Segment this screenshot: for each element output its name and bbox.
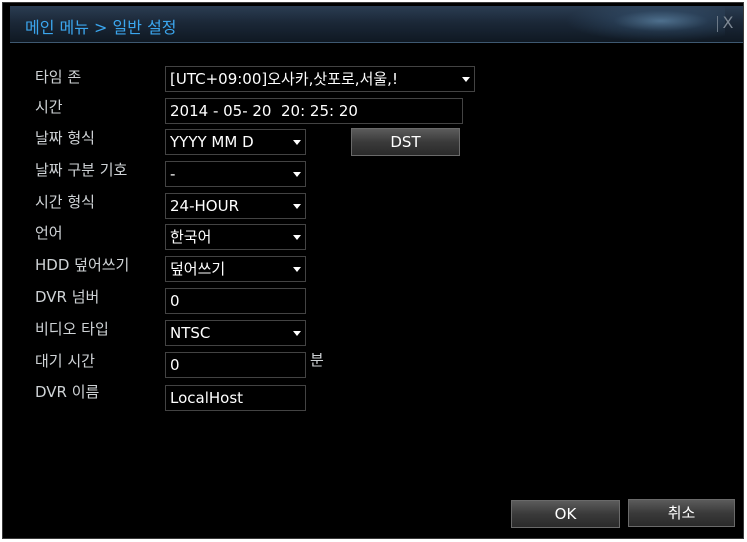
dvr-number-label: DVR 넘버 xyxy=(35,288,100,306)
dvr-name-label: DVR 이름 xyxy=(35,383,100,401)
time-input[interactable]: 2014 - 05- 20 20: 25: 20 xyxy=(165,98,463,124)
chevron-down-icon xyxy=(293,235,301,240)
chevron-down-icon xyxy=(293,267,301,272)
close-separator xyxy=(717,16,718,32)
hdd-overwrite-select[interactable]: 덮어쓰기 xyxy=(165,256,306,282)
video-type-value: NTSC xyxy=(170,324,211,342)
timezone-value: [UTC+09:00]오사카,삿포로,서울,! xyxy=(170,70,398,88)
language-select[interactable]: 한국어 xyxy=(165,224,306,250)
general-settings-dialog: 메인 메뉴 > 일반 설정 X 타임 존 [UTC+09:00]오사카,삿포로,… xyxy=(2,2,744,539)
date-format-label: 날짜 형식 xyxy=(35,129,95,147)
chevron-down-icon xyxy=(293,140,301,145)
time-format-select[interactable]: 24-HOUR xyxy=(165,193,306,219)
date-separator-select[interactable]: - xyxy=(165,161,306,187)
close-icon[interactable]: X xyxy=(719,14,737,32)
chevron-down-icon xyxy=(293,204,301,209)
video-type-label: 비디오 타입 xyxy=(35,320,109,338)
title-bar-glow xyxy=(565,6,725,42)
timezone-label: 타임 존 xyxy=(35,68,82,86)
ok-button[interactable]: OK xyxy=(511,500,620,528)
date-separator-label: 날짜 구분 기호 xyxy=(35,161,128,179)
standby-time-label: 대기 시간 xyxy=(35,352,95,370)
time-format-label: 시간 형식 xyxy=(35,193,95,211)
standby-time-input[interactable]: 0 xyxy=(165,352,306,378)
hdd-overwrite-value: 덮어쓰기 xyxy=(170,260,226,278)
time-format-value: 24-HOUR xyxy=(170,197,239,215)
date-separator-value: - xyxy=(170,165,176,183)
date-format-select[interactable]: YYYY MM D xyxy=(165,129,306,155)
timezone-select[interactable]: [UTC+09:00]오사카,삿포로,서울,! xyxy=(165,66,475,92)
dst-button[interactable]: DST xyxy=(351,128,460,156)
dialog-title: 메인 메뉴 > 일반 설정 xyxy=(25,18,177,37)
language-label: 언어 xyxy=(35,224,63,242)
chevron-down-icon xyxy=(293,331,301,336)
chevron-down-icon xyxy=(462,77,470,82)
settings-panel: 타임 존 [UTC+09:00]오사카,삿포로,서울,! 시간 2014 - 0… xyxy=(13,53,740,534)
dvr-name-input[interactable]: LocalHost xyxy=(165,385,306,411)
date-format-value: YYYY MM D xyxy=(170,133,254,151)
time-label: 시간 xyxy=(35,98,63,116)
dvr-number-input[interactable]: 0 xyxy=(165,288,306,314)
chevron-down-icon xyxy=(293,172,301,177)
video-type-select[interactable]: NTSC xyxy=(165,320,306,346)
standby-time-unit: 분 xyxy=(310,351,324,369)
cancel-button[interactable]: 취소 xyxy=(628,499,735,527)
title-bar: 메인 메뉴 > 일반 설정 X xyxy=(10,6,743,43)
hdd-overwrite-label: HDD 덮어쓰기 xyxy=(35,256,130,274)
language-value: 한국어 xyxy=(170,228,212,246)
